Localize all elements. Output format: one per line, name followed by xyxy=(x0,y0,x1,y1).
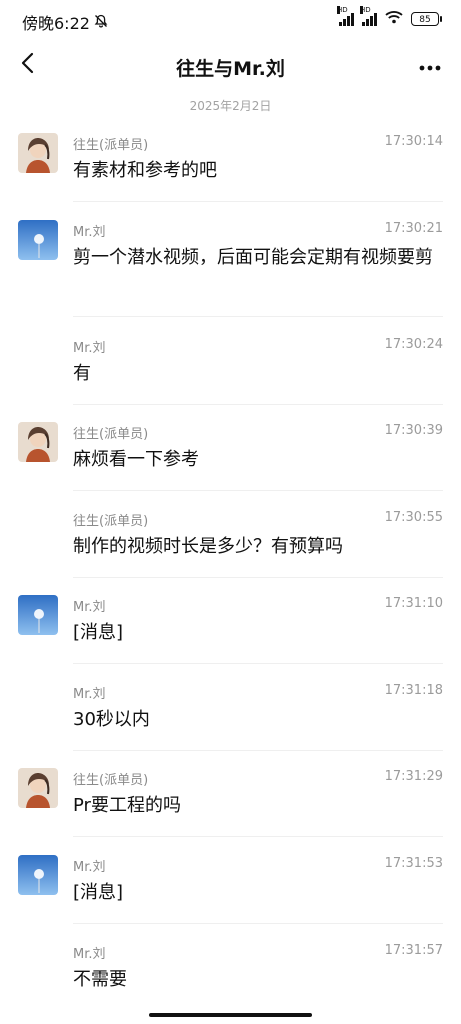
more-dots-icon xyxy=(419,56,441,75)
message-time: 17:30:55 xyxy=(384,510,443,525)
message-item[interactable]: Mr.刘 17:30:21 剪一个潜水视频，后面可能会定期有视频要剪 xyxy=(0,218,461,317)
message-time: 17:30:21 xyxy=(384,221,443,236)
avatar[interactable] xyxy=(18,220,58,260)
avatar[interactable] xyxy=(18,768,58,808)
message-item[interactable]: 往生(派单员) 17:30:39 麻烦看一下参考 xyxy=(0,420,461,491)
message-time: 17:31:57 xyxy=(384,943,443,958)
divider xyxy=(73,923,443,924)
divider xyxy=(73,663,443,664)
sender-name: Mr.刘 xyxy=(73,687,106,702)
divider xyxy=(73,316,443,317)
message-text: 有 xyxy=(73,363,91,384)
divider xyxy=(73,404,443,405)
wifi-icon xyxy=(385,10,403,27)
page-title: 往生与Mr.刘 xyxy=(176,58,285,80)
message-time: 17:31:53 xyxy=(384,856,443,871)
avatar[interactable] xyxy=(18,595,58,635)
status-indicators: HD HD 85 xyxy=(337,5,442,27)
message-text: 麻烦看一下参考 xyxy=(73,449,199,470)
message-text: [消息] xyxy=(73,882,124,903)
sender-name: Mr.刘 xyxy=(73,860,106,875)
hd-label: HD xyxy=(337,5,348,14)
more-options-button[interactable] xyxy=(415,50,445,80)
status-time-label: 傍晚6:22 xyxy=(22,14,90,33)
message-time: 17:30:24 xyxy=(384,337,443,352)
mute-bell-icon xyxy=(94,13,108,32)
message-time: 17:31:10 xyxy=(384,596,443,611)
divider xyxy=(73,836,443,837)
message-time: 17:30:39 xyxy=(384,423,443,438)
message-item[interactable]: 往生(派单员) 17:30:55 制作的视频时长是多少？有预算吗 xyxy=(0,507,461,578)
message-item[interactable]: Mr.刘 17:30:24 有 xyxy=(0,334,461,405)
message-text: Pr要工程的吗 xyxy=(73,795,181,816)
status-bar: 傍晚6:22 HD HD 85 xyxy=(0,0,461,40)
message-item[interactable]: 往生(派单员) 17:30:14 有素材和参考的吧 xyxy=(0,131,461,202)
divider xyxy=(73,577,443,578)
sender-name: Mr.刘 xyxy=(73,947,106,962)
sender-name: 往生(派单员) xyxy=(73,138,149,153)
divider xyxy=(73,201,443,202)
cell-signal-icon-2: HD xyxy=(360,5,377,26)
nav-bar: 往生与Mr.刘 xyxy=(0,40,461,94)
battery-icon: 85 xyxy=(411,11,442,26)
avatar[interactable] xyxy=(18,133,58,173)
message-text: 30秒以内 xyxy=(73,709,150,730)
message-item[interactable]: Mr.刘 17:31:18 30秒以内 xyxy=(0,680,461,751)
avatar[interactable] xyxy=(18,855,58,895)
sender-name: Mr.刘 xyxy=(73,225,106,240)
sender-name: 往生(派单员) xyxy=(73,427,149,442)
message-item[interactable]: Mr.刘 17:31:57 不需要 xyxy=(0,940,461,1000)
status-time: 傍晚6:22 xyxy=(22,10,108,34)
sender-name: 往生(派单员) xyxy=(73,514,149,529)
message-item[interactable]: Mr.刘 17:31:10 [消息] xyxy=(0,593,461,664)
message-text: [消息] xyxy=(73,622,124,643)
message-time: 17:31:29 xyxy=(384,769,443,784)
sender-name: Mr.刘 xyxy=(73,600,106,615)
sender-name: Mr.刘 xyxy=(73,341,106,356)
message-text: 不需要 xyxy=(73,969,127,990)
message-text: 有素材和参考的吧 xyxy=(73,160,217,181)
message-text: 剪一个潜水视频，后面可能会定期有视频要剪 xyxy=(73,247,433,268)
date-divider: 2025年2月2日 xyxy=(189,99,272,113)
sender-name: 往生(派单员) xyxy=(73,773,149,788)
message-text: 制作的视频时长是多少？有预算吗 xyxy=(73,536,343,557)
cell-signal-icon: HD xyxy=(337,5,354,26)
divider xyxy=(73,490,443,491)
hd-label-2: HD xyxy=(360,5,371,14)
home-indicator[interactable] xyxy=(149,1013,312,1017)
avatar[interactable] xyxy=(18,422,58,462)
message-time: 17:30:14 xyxy=(384,134,443,149)
message-time: 17:31:18 xyxy=(384,683,443,698)
divider xyxy=(73,750,443,751)
message-item[interactable]: 往生(派单员) 17:31:29 Pr要工程的吗 xyxy=(0,766,461,837)
message-item[interactable]: Mr.刘 17:31:53 [消息] xyxy=(0,853,461,924)
